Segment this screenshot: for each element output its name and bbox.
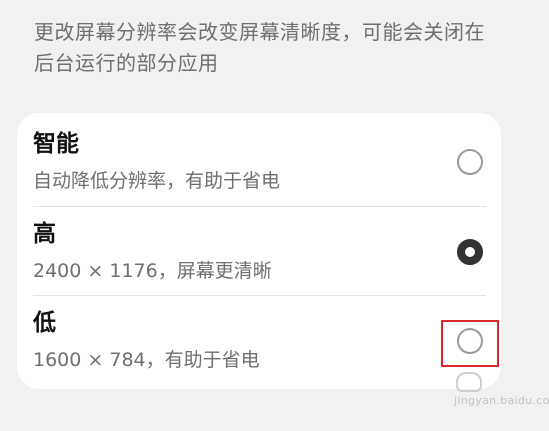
option-low-subtitle: 1600 × 784，有助于省电 <box>33 349 260 371</box>
resolution-description: 更改屏幕分辨率会改变屏幕清晰度，可能会关闭在后台运行的部分应用 <box>34 20 485 75</box>
watermark-text: jingyan.baidu.com <box>454 394 549 407</box>
option-smart-radio[interactable] <box>457 149 483 175</box>
resolution-options-card: 智能 自动降低分辨率，有助于省电 高 2400 × 1176，屏幕更清晰 低 1… <box>17 113 501 389</box>
watermark: jingyan.baidu.com <box>452 372 549 412</box>
option-smart-subtitle: 自动降低分辨率，有助于省电 <box>33 170 281 192</box>
option-smart-title: 智能 <box>33 131 79 157</box>
option-high-radio[interactable] <box>457 239 483 265</box>
option-high-subtitle: 2400 × 1176，屏幕更清晰 <box>33 260 272 282</box>
highlight-annotation-box <box>441 320 499 367</box>
option-low-title: 低 <box>33 310 56 336</box>
option-low[interactable]: 低 1600 × 784，有助于省电 <box>17 296 501 385</box>
option-high[interactable]: 高 2400 × 1176，屏幕更清晰 <box>17 207 501 296</box>
paw-logo-icon <box>456 372 482 392</box>
option-smart[interactable]: 智能 自动降低分辨率，有助于省电 <box>17 117 501 206</box>
option-high-title: 高 <box>33 221 56 247</box>
